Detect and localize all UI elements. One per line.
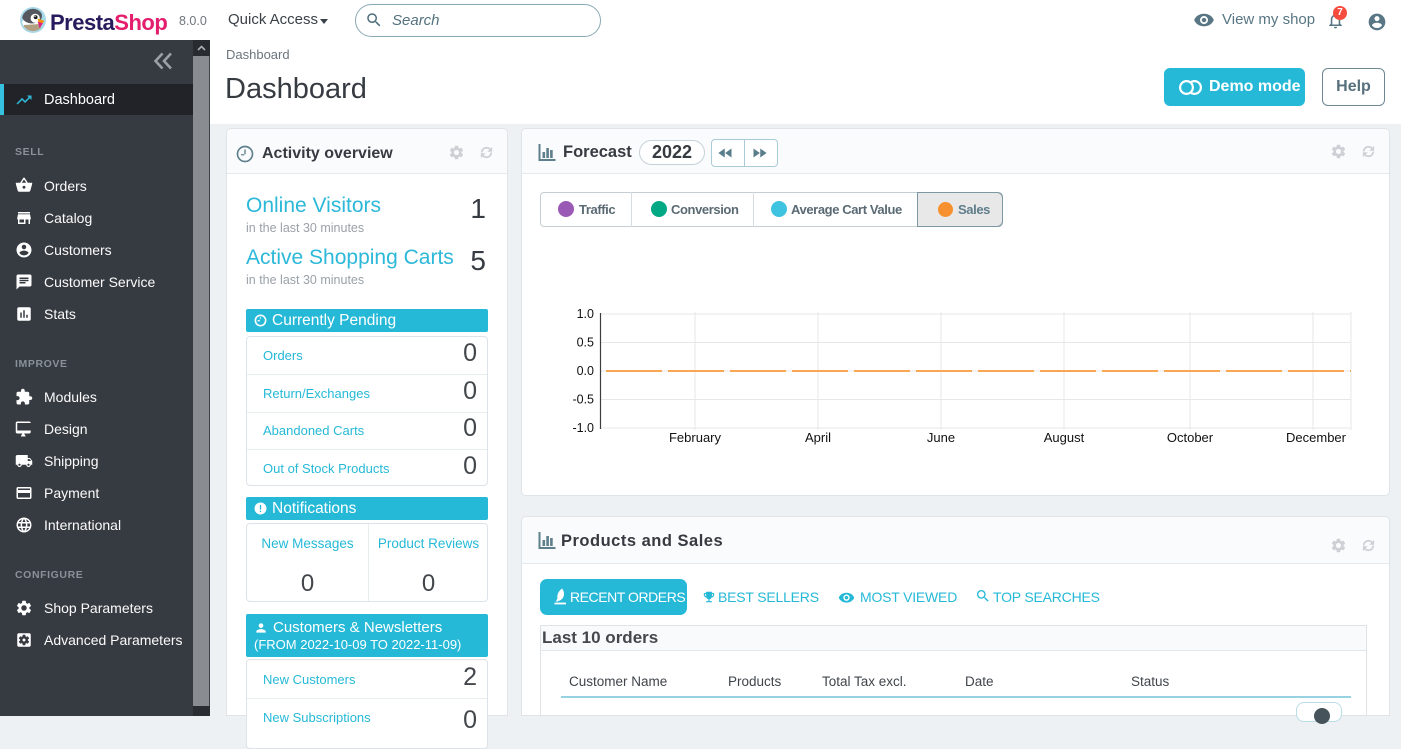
- svg-text:0.0: 0.0: [577, 364, 594, 378]
- svg-text:0.5: 0.5: [577, 336, 594, 350]
- svg-text:1.0: 1.0: [577, 307, 594, 321]
- svg-text:June: June: [927, 430, 955, 445]
- svg-text:December: December: [1286, 430, 1347, 445]
- svg-text:February: February: [669, 430, 722, 445]
- svg-text:-0.5: -0.5: [572, 393, 594, 407]
- svg-text:October: October: [1167, 430, 1214, 445]
- svg-text:-1.0: -1.0: [572, 421, 594, 435]
- svg-text:August: August: [1044, 430, 1085, 445]
- svg-text:April: April: [805, 430, 831, 445]
